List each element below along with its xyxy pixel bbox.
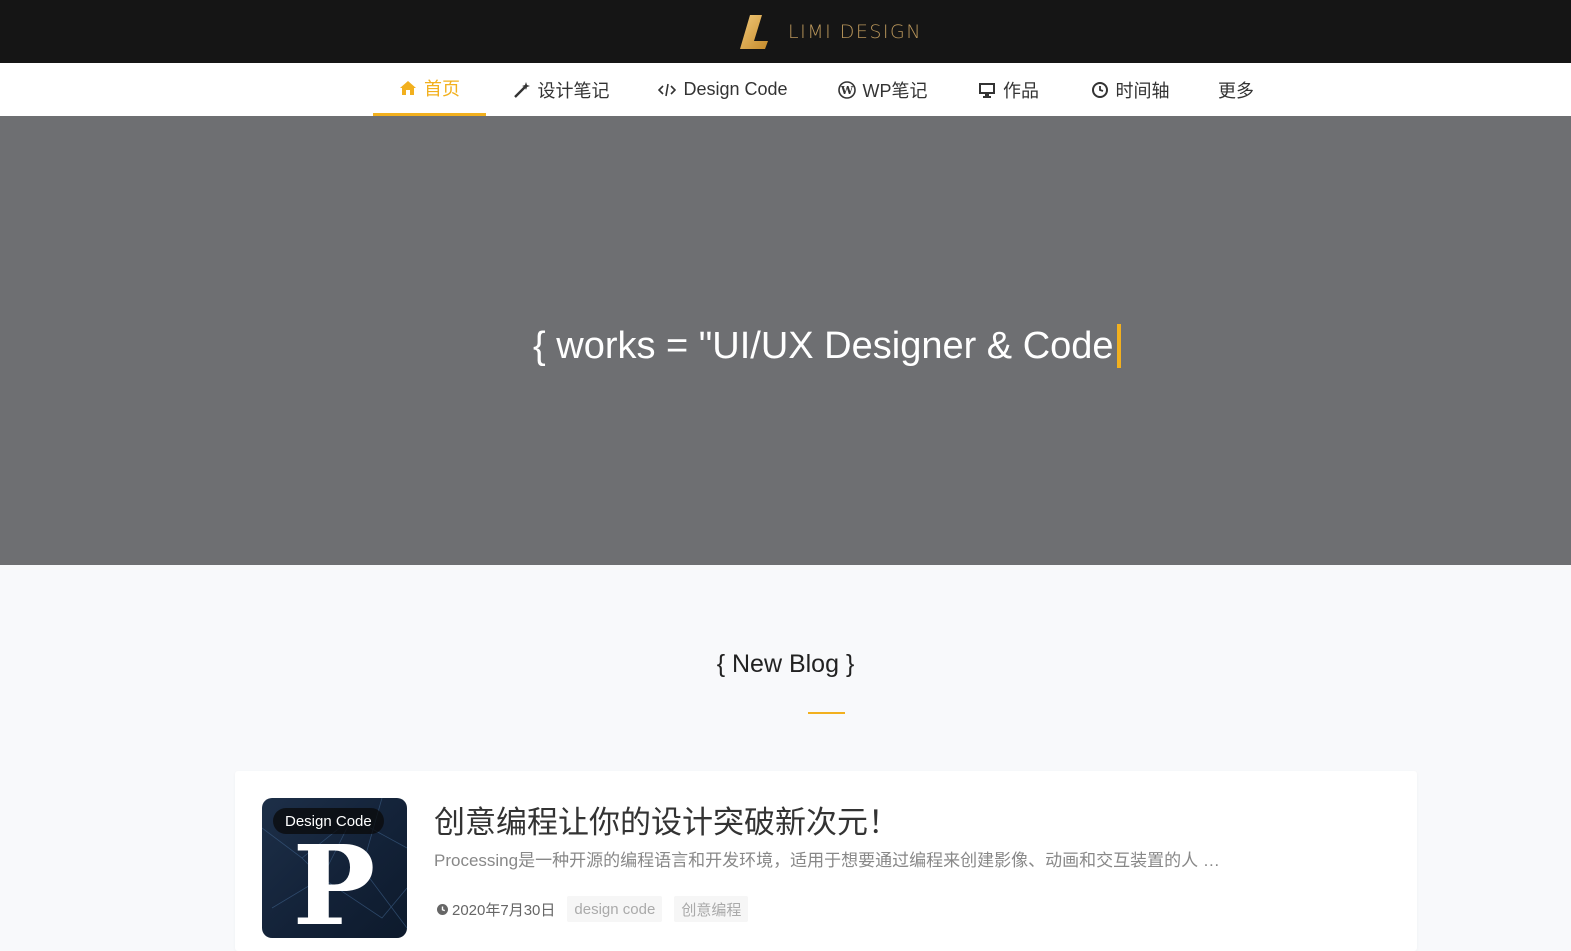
- section-title: { New Blog }: [716, 650, 855, 678]
- nav-item-works[interactable]: 作品: [976, 63, 1041, 116]
- post-thumbnail[interactable]: P Design Code: [262, 798, 407, 938]
- nav-item-timeline[interactable]: 时间轴: [1089, 63, 1171, 116]
- clock-icon: [437, 903, 448, 915]
- post-card[interactable]: P Design Code 创意编程让你的设计突破新次元！ Processing…: [235, 771, 1417, 951]
- nav-item-design-notes[interactable]: 设计笔记: [512, 63, 610, 116]
- post-meta: 2020年7月30日 design code 创意编程: [436, 896, 749, 922]
- post-date: 2020年7月30日: [452, 901, 556, 919]
- category-badge[interactable]: Design Code: [273, 808, 384, 834]
- typing-cursor: [1116, 324, 1121, 368]
- magic-wand-icon: [513, 81, 530, 98]
- nav-item-label: Design Code: [683, 79, 788, 99]
- nav-item-label: 设计笔记: [537, 80, 610, 101]
- nav-item-label: 作品: [1003, 80, 1039, 101]
- logo-mark-icon: [740, 15, 768, 49]
- nav-item-more[interactable]: 更多: [1214, 63, 1258, 116]
- post-tag[interactable]: design code: [567, 896, 663, 922]
- nav-item-wp-notes[interactable]: W WP笔记: [836, 63, 929, 116]
- wordpress-icon: W: [837, 80, 856, 99]
- hero-banner: { works = "UI/UX Designer & Code: [0, 116, 1571, 565]
- thumb-letter: P: [293, 821, 376, 938]
- nav-item-home[interactable]: 首页: [373, 63, 486, 116]
- nav-item-label: 更多: [1218, 80, 1254, 101]
- post-title[interactable]: 创意编程让你的设计突破新次元！: [434, 797, 899, 842]
- svg-text:W: W: [839, 84, 853, 97]
- nav-item-design-code[interactable]: Design Code: [658, 63, 788, 116]
- section-divider: [808, 712, 845, 714]
- logo-text: LIMI DESIGN: [788, 21, 922, 43]
- code-icon: [658, 83, 677, 96]
- site-logo[interactable]: LIMI DESIGN: [738, 12, 922, 52]
- main-nav: 首页 设计笔记 Design Code W WP笔记 作品 时间轴 更多: [0, 63, 1571, 116]
- hero-typed-text: { works = "UI/UX Designer & Code: [533, 321, 1121, 371]
- desktop-icon: [979, 82, 995, 98]
- nav-item-label: 首页: [424, 79, 460, 99]
- nav-item-label: 时间轴: [1115, 80, 1170, 101]
- post-tag[interactable]: 创意编程: [674, 896, 749, 922]
- post-excerpt: Processing是一种开源的编程语言和开发环境，适用于想要通过编程来创建影像…: [434, 851, 1220, 870]
- hero-text: { works = "UI/UX Designer & Code: [533, 324, 1114, 367]
- nav-item-label: WP笔记: [862, 80, 928, 101]
- clock-icon: [1091, 81, 1108, 98]
- site-header: LIMI DESIGN: [0, 0, 1571, 63]
- home-icon: [400, 81, 416, 95]
